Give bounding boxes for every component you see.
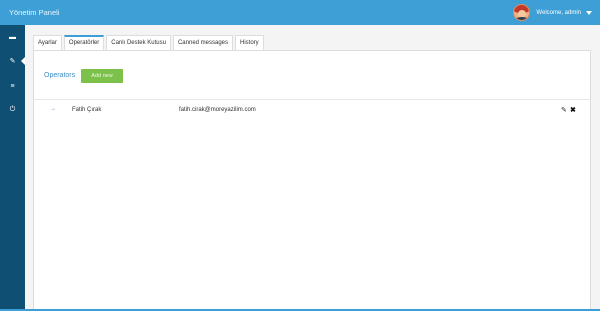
app-title[interactable]: Yönetim Paneli bbox=[9, 8, 59, 17]
tab-ayarlar[interactable]: Ayarlar bbox=[33, 35, 62, 50]
tab-history[interactable]: History bbox=[235, 35, 264, 50]
pencil-icon[interactable]: ✎ bbox=[0, 54, 25, 68]
arrow-right-icon: → bbox=[50, 106, 56, 112]
list-icon[interactable]: ≡ bbox=[0, 79, 25, 93]
divider bbox=[34, 99, 590, 100]
user-menu[interactable]: Welcome, admin bbox=[513, 3, 592, 22]
power-icon[interactable]: ⏻ bbox=[0, 103, 25, 117]
sidebar: ▬ ✎ ≡ ⏻ bbox=[0, 25, 25, 311]
panel-title: Operators bbox=[44, 72, 76, 79]
edit-icon[interactable]: ✎ bbox=[561, 106, 567, 114]
operators-panel: Operators Add new → Fatih Çırak fatih.ci… bbox=[33, 50, 591, 311]
tab-canned-messages[interactable]: Canned messages bbox=[172, 35, 233, 50]
main-content: Ayarlar Operatörler Canlı Destek Kutusu … bbox=[25, 25, 600, 311]
tab-bar: Ayarlar Operatörler Canlı Destek Kutusu … bbox=[33, 35, 266, 50]
chevron-down-icon[interactable] bbox=[586, 10, 592, 15]
tab-operatorler[interactable]: Operatörler bbox=[63, 35, 105, 50]
tab-canli-destek-kutusu[interactable]: Canlı Destek Kutusu bbox=[106, 35, 171, 50]
avatar[interactable] bbox=[513, 4, 531, 21]
operator-name: Fatih Çırak bbox=[72, 107, 102, 113]
add-new-button[interactable]: Add new bbox=[81, 69, 123, 83]
table-row: → Fatih Çırak fatih.cirak@moreyazilim.co… bbox=[34, 103, 590, 117]
welcome-text[interactable]: Welcome, admin bbox=[536, 10, 581, 16]
chat-icon[interactable]: ▬ bbox=[0, 30, 25, 44]
delete-icon[interactable]: ✖ bbox=[570, 106, 576, 114]
operator-email: fatih.cirak@moreyazilim.com bbox=[179, 107, 256, 113]
top-bar: Yönetim Paneli Welcome, admin bbox=[0, 0, 600, 25]
